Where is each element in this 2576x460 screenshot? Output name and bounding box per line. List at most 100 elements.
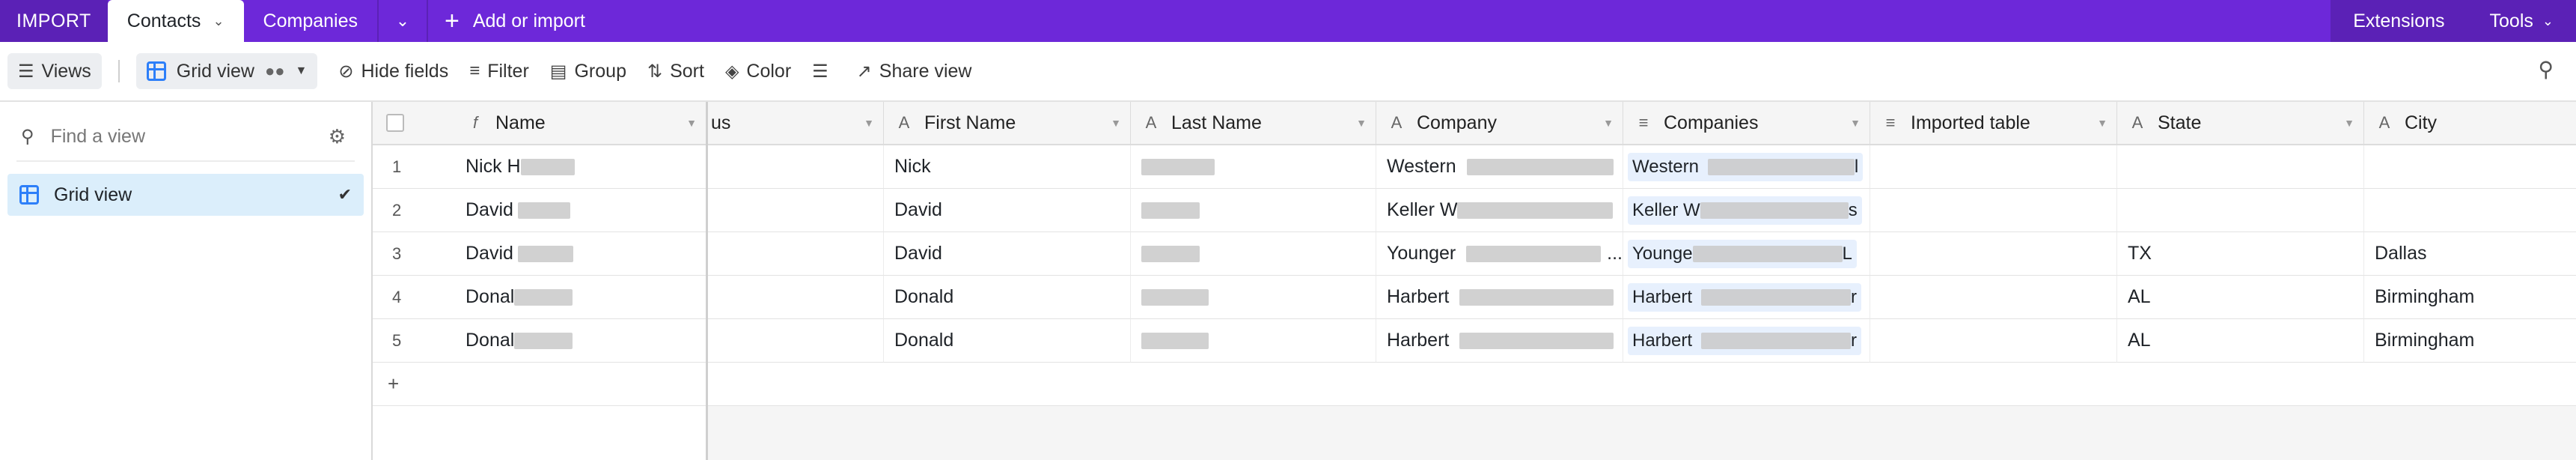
name-cell[interactable]: Donal bbox=[455, 276, 706, 319]
column-header-company[interactable]: A Company ▼ bbox=[1376, 102, 1623, 145]
column-header-state[interactable]: A State ▼ bbox=[2117, 102, 2364, 145]
companies-cell[interactable]: Younge L bbox=[1623, 232, 1870, 276]
column-header-first-name[interactable]: A First Name ▼ bbox=[884, 102, 1131, 145]
status-cell[interactable] bbox=[708, 232, 884, 276]
companies-cell[interactable]: Keller W s bbox=[1623, 189, 1870, 232]
chip-text: Harbert bbox=[1632, 286, 1693, 307]
caret-down-icon[interactable]: ▼ bbox=[1356, 117, 1367, 129]
state-cell[interactable]: AL bbox=[2117, 276, 2364, 319]
linked-record-chip[interactable]: Harbert r bbox=[1628, 326, 1862, 355]
city-cell[interactable]: Birmingham bbox=[2364, 276, 2576, 319]
company-cell[interactable]: Harbert bbox=[1376, 276, 1623, 319]
tab-companies[interactable]: Companies bbox=[244, 0, 377, 42]
first-name-cell[interactable]: Nick bbox=[884, 145, 1131, 189]
status-cell[interactable] bbox=[708, 319, 884, 363]
status-cell[interactable] bbox=[708, 276, 884, 319]
status-cell[interactable] bbox=[708, 189, 884, 232]
companies-cell[interactable]: Harbert r bbox=[1623, 276, 1870, 319]
chevron-down-icon[interactable]: ⌄ bbox=[213, 13, 224, 29]
imported-table-cell[interactable] bbox=[1870, 276, 2117, 319]
imported-table-cell[interactable] bbox=[1870, 319, 2117, 363]
name-cell[interactable]: Nick H bbox=[455, 145, 706, 189]
paint-bucket-icon: ◈ bbox=[724, 61, 739, 82]
state-cell[interactable]: TX bbox=[2117, 232, 2364, 276]
imported-table-cell[interactable] bbox=[1870, 145, 2117, 189]
company-cell[interactable]: Keller W bbox=[1376, 189, 1623, 232]
group-icon: ▤ bbox=[549, 61, 567, 82]
hide-fields-button[interactable]: ⊘ Hide fields bbox=[328, 53, 459, 89]
share-view-button[interactable]: ↗ Share view bbox=[846, 53, 983, 89]
add-row-button[interactable]: + bbox=[373, 363, 706, 406]
last-name-cell[interactable] bbox=[1131, 276, 1376, 319]
city-cell[interactable]: Dallas bbox=[2364, 232, 2576, 276]
state-cell[interactable] bbox=[2117, 189, 2364, 232]
column-header-last-name[interactable]: A Last Name ▼ bbox=[1131, 102, 1376, 145]
redacted-text bbox=[1466, 158, 1614, 175]
city-cell[interactable]: Birmingham bbox=[2364, 319, 2576, 363]
last-name-cell[interactable] bbox=[1131, 189, 1376, 232]
group-button[interactable]: ▤ Group bbox=[540, 53, 637, 89]
caret-down-icon[interactable]: ▼ bbox=[1111, 117, 1121, 129]
find-a-view-field[interactable]: ⚲ Find a view ⚙ bbox=[16, 117, 355, 162]
first-name-cell[interactable]: David bbox=[884, 189, 1131, 232]
linked-record-chip[interactable]: Western l bbox=[1628, 152, 1864, 181]
caret-down-icon[interactable]: ▼ bbox=[2344, 117, 2354, 129]
views-button[interactable]: ☰ Views bbox=[7, 53, 102, 89]
sort-button[interactable]: ⇅ Sort bbox=[637, 53, 715, 89]
last-name-cell[interactable] bbox=[1131, 319, 1376, 363]
base-name[interactable]: IMPORT bbox=[0, 0, 108, 42]
linked-record-chip[interactable]: Harbert r bbox=[1628, 282, 1862, 312]
state-cell[interactable] bbox=[2117, 145, 2364, 189]
caret-down-icon[interactable]: ▼ bbox=[1850, 117, 1861, 129]
column-header-name[interactable]: f Name ▼ bbox=[455, 102, 706, 145]
row-height-button[interactable]: ☰ bbox=[802, 53, 846, 89]
chip-text: Harbert bbox=[1632, 330, 1693, 351]
select-all-checkbox[interactable] bbox=[386, 114, 404, 132]
first-name-cell[interactable]: David bbox=[884, 232, 1131, 276]
view-switcher-button[interactable]: Grid view ●● ▼ bbox=[135, 53, 318, 89]
status-cell[interactable] bbox=[708, 145, 884, 189]
add-or-import-button[interactable]: + Add or import bbox=[428, 7, 602, 36]
name-cell[interactable]: David bbox=[455, 189, 706, 232]
city-cell[interactable] bbox=[2364, 189, 2576, 232]
gear-icon[interactable]: ⚙ bbox=[329, 125, 346, 148]
last-name-cell[interactable] bbox=[1131, 145, 1376, 189]
search-icon[interactable]: ⚲ bbox=[2538, 57, 2554, 82]
column-header-city[interactable]: A City bbox=[2364, 102, 2576, 145]
linked-record-chip[interactable]: Younge L bbox=[1628, 239, 1857, 268]
caret-down-icon[interactable]: ▼ bbox=[1603, 117, 1614, 129]
find-a-view-placeholder[interactable]: Find a view bbox=[51, 126, 329, 148]
filter-button[interactable]: ≡ Filter bbox=[459, 53, 540, 89]
first-name-cell[interactable]: Donald bbox=[884, 276, 1131, 319]
column-header-status[interactable]: us ▼ bbox=[708, 102, 884, 145]
column-header-companies[interactable]: ≡ Companies ▼ bbox=[1623, 102, 1870, 145]
chevron-down-icon: ⌄ bbox=[2542, 13, 2554, 28]
imported-table-cell[interactable] bbox=[1870, 189, 2117, 232]
column-header-imported-table[interactable]: ≡ Imported table ▼ bbox=[1870, 102, 2117, 145]
company-cell[interactable]: Younger... bbox=[1376, 232, 1623, 276]
last-name-cell[interactable] bbox=[1131, 232, 1376, 276]
city-cell[interactable] bbox=[2364, 145, 2576, 189]
company-cell[interactable]: Harbert bbox=[1376, 319, 1623, 363]
companies-cell[interactable]: Harbert r bbox=[1623, 319, 1870, 363]
linked-record-chip[interactable]: Keller W s bbox=[1628, 196, 1862, 225]
caret-down-icon[interactable]: ▼ bbox=[864, 117, 874, 129]
caret-down-icon[interactable]: ▼ bbox=[2097, 117, 2108, 129]
tab-contacts[interactable]: Contacts ⌄ bbox=[107, 0, 244, 42]
name-cell[interactable]: Donal bbox=[455, 319, 706, 363]
add-row-strip[interactable] bbox=[708, 363, 2576, 406]
name-cell[interactable]: David bbox=[455, 232, 706, 276]
first-name-cell[interactable]: Donald bbox=[884, 319, 1131, 363]
companies-cell[interactable]: Western l bbox=[1623, 145, 1870, 189]
caret-down-icon[interactable]: ▼ bbox=[686, 117, 697, 129]
state-cell[interactable]: AL bbox=[2117, 319, 2364, 363]
redacted-text bbox=[514, 332, 573, 349]
color-button[interactable]: ◈ Color bbox=[715, 53, 802, 89]
sidebar-item-grid-view[interactable]: Grid view ✔ bbox=[7, 174, 364, 216]
all-tables-dropdown[interactable]: ⌄ bbox=[379, 0, 427, 42]
company-cell[interactable]: Western bbox=[1376, 145, 1623, 189]
chip-text-tail: s bbox=[1848, 199, 1858, 220]
extensions-button[interactable]: Extensions bbox=[2331, 0, 2467, 42]
imported-table-cell[interactable] bbox=[1870, 232, 2117, 276]
tools-button[interactable]: Tools ⌄ bbox=[2467, 0, 2576, 42]
